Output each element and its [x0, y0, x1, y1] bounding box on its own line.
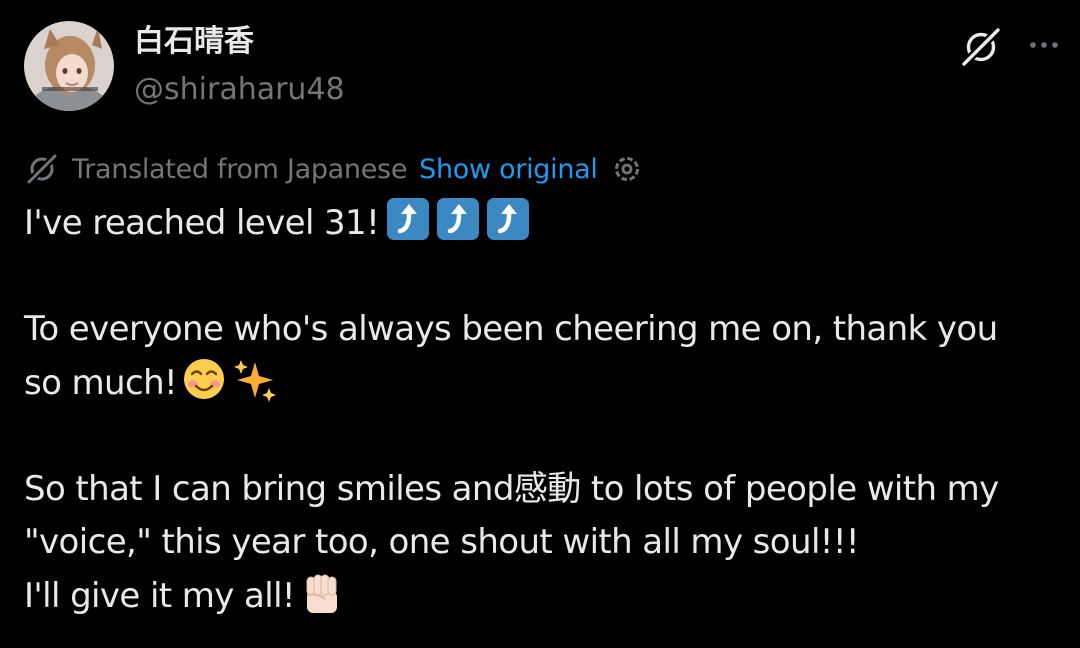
- up-arrow-emoji: [435, 196, 481, 242]
- display-name[interactable]: 白石晴香: [134, 22, 254, 62]
- tweet-line: I've reached level 31!: [24, 196, 1064, 250]
- show-original-link[interactable]: Show original: [419, 154, 598, 185]
- up-arrow-emoji: [485, 196, 531, 242]
- avatar-photo: [24, 21, 114, 111]
- tweet-line-text: so much!: [24, 363, 178, 403]
- tweet-line: "voice," this year too, one shout with a…: [24, 522, 859, 562]
- grok-translate-icon: [25, 152, 59, 186]
- tweet-line-text: I've reached level 31!: [24, 203, 380, 243]
- gear-icon[interactable]: [610, 152, 644, 186]
- avatar[interactable]: [24, 21, 114, 111]
- smiling-face-emoji: [181, 356, 227, 402]
- tweet-line: So that I can bring smiles and感動 to lots…: [24, 469, 999, 509]
- user-handle[interactable]: @shiraharu48: [134, 70, 345, 110]
- grok-icon[interactable]: [958, 24, 1004, 70]
- raised-fist-emoji: [299, 569, 345, 615]
- translation-bar: Translated from Japanese Show original: [24, 150, 644, 188]
- translated-from-label: Translated from Japanese: [72, 153, 408, 185]
- tweet-line: I'll give it my all!: [24, 569, 1064, 623]
- tweet-line: so much!: [24, 356, 1064, 410]
- up-arrow-emoji: [385, 196, 431, 242]
- tweet-text: I've reached level 31! To everyone who's…: [24, 196, 1064, 623]
- more-options-icon[interactable]: [1024, 28, 1064, 64]
- sparkles-emoji: [231, 356, 277, 402]
- tweet-line: To everyone who's always been cheering m…: [24, 309, 998, 349]
- tweet-line-text: I'll give it my all!: [24, 576, 296, 616]
